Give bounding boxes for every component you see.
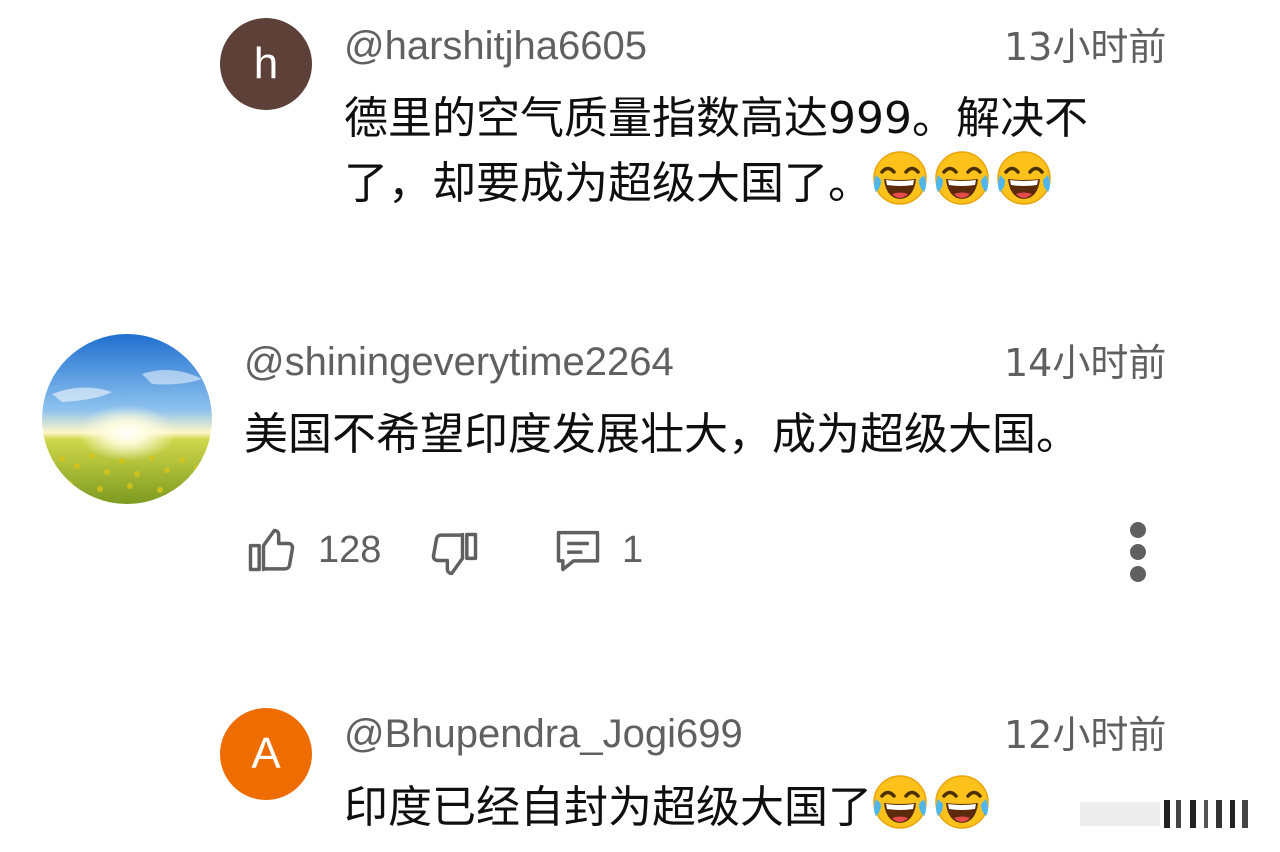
dislike-button[interactable]	[430, 528, 482, 580]
more-vertical-icon-dot	[1130, 544, 1146, 560]
watermark-strip	[1080, 800, 1248, 828]
comment-text: 印度已经自封为超级大国了	[344, 774, 996, 839]
tears-of-joy-emoji	[934, 150, 990, 206]
comment-text-line: 印度已经自封为超级大国了	[344, 774, 996, 839]
comment-actions: 128 1	[0, 516, 1280, 586]
comment-item: @shiningeverytime2264 14小时前 美国不希望印度发展壮大，…	[0, 320, 1280, 610]
comment-text-segment: 印度已经自封为超级大国了	[344, 782, 872, 833]
tears-of-joy-emoji	[934, 774, 990, 830]
avatar[interactable]	[42, 334, 212, 504]
comment-text-line: 了，却要成为超级大国了。	[344, 150, 1088, 215]
comment-text: 德里的空气质量指数高达999。解决不 了，却要成为超级大国了。	[344, 88, 1088, 215]
comment-timestamp: 13小时前	[1004, 25, 1167, 69]
avatar[interactable]: h	[220, 18, 312, 110]
comment-timestamp: 12小时前	[1004, 713, 1167, 757]
more-options-button[interactable]	[1118, 516, 1158, 596]
reply-count: 1	[622, 529, 644, 571]
tears-of-joy-emoji	[872, 774, 928, 830]
thumbs-down-icon	[431, 532, 478, 576]
like-count: 128	[318, 529, 382, 571]
comment-timestamp: 14小时前	[1004, 341, 1167, 385]
comment-author-handle[interactable]: @Bhupendra_Jogi699	[344, 714, 743, 754]
reply-button[interactable]: 1	[552, 524, 643, 576]
comment-text-line: 美国不希望印度发展壮大，成为超级大国。	[244, 409, 1080, 460]
tears-of-joy-emoji	[872, 150, 928, 206]
comment-author-handle[interactable]: @shiningeverytime2264	[244, 342, 674, 382]
avatar-letter: A	[251, 729, 281, 778]
comment-text: 美国不希望印度发展壮大，成为超级大国。	[244, 404, 1080, 466]
comment-item: h @harshitjha6605 13小时前 德里的空气质量指数高达999。解…	[0, 0, 1280, 230]
comment-author-handle[interactable]: @harshitjha6605	[344, 26, 647, 66]
sunrise-field-avatar-image	[42, 334, 212, 504]
comment-text-line: 德里的空气质量指数高达999。解决不	[344, 93, 1088, 144]
thumbs-up-icon	[248, 528, 295, 572]
more-vertical-icon-dot	[1130, 566, 1146, 582]
tears-of-joy-emoji	[996, 150, 1052, 206]
like-button[interactable]: 128	[244, 524, 381, 576]
more-vertical-icon-dot	[1130, 522, 1146, 538]
comment-text-segment: 了，却要成为超级大国了。	[344, 158, 872, 209]
avatar-letter: h	[253, 39, 279, 88]
comment-icon	[556, 530, 600, 572]
avatar[interactable]: A	[220, 708, 312, 800]
